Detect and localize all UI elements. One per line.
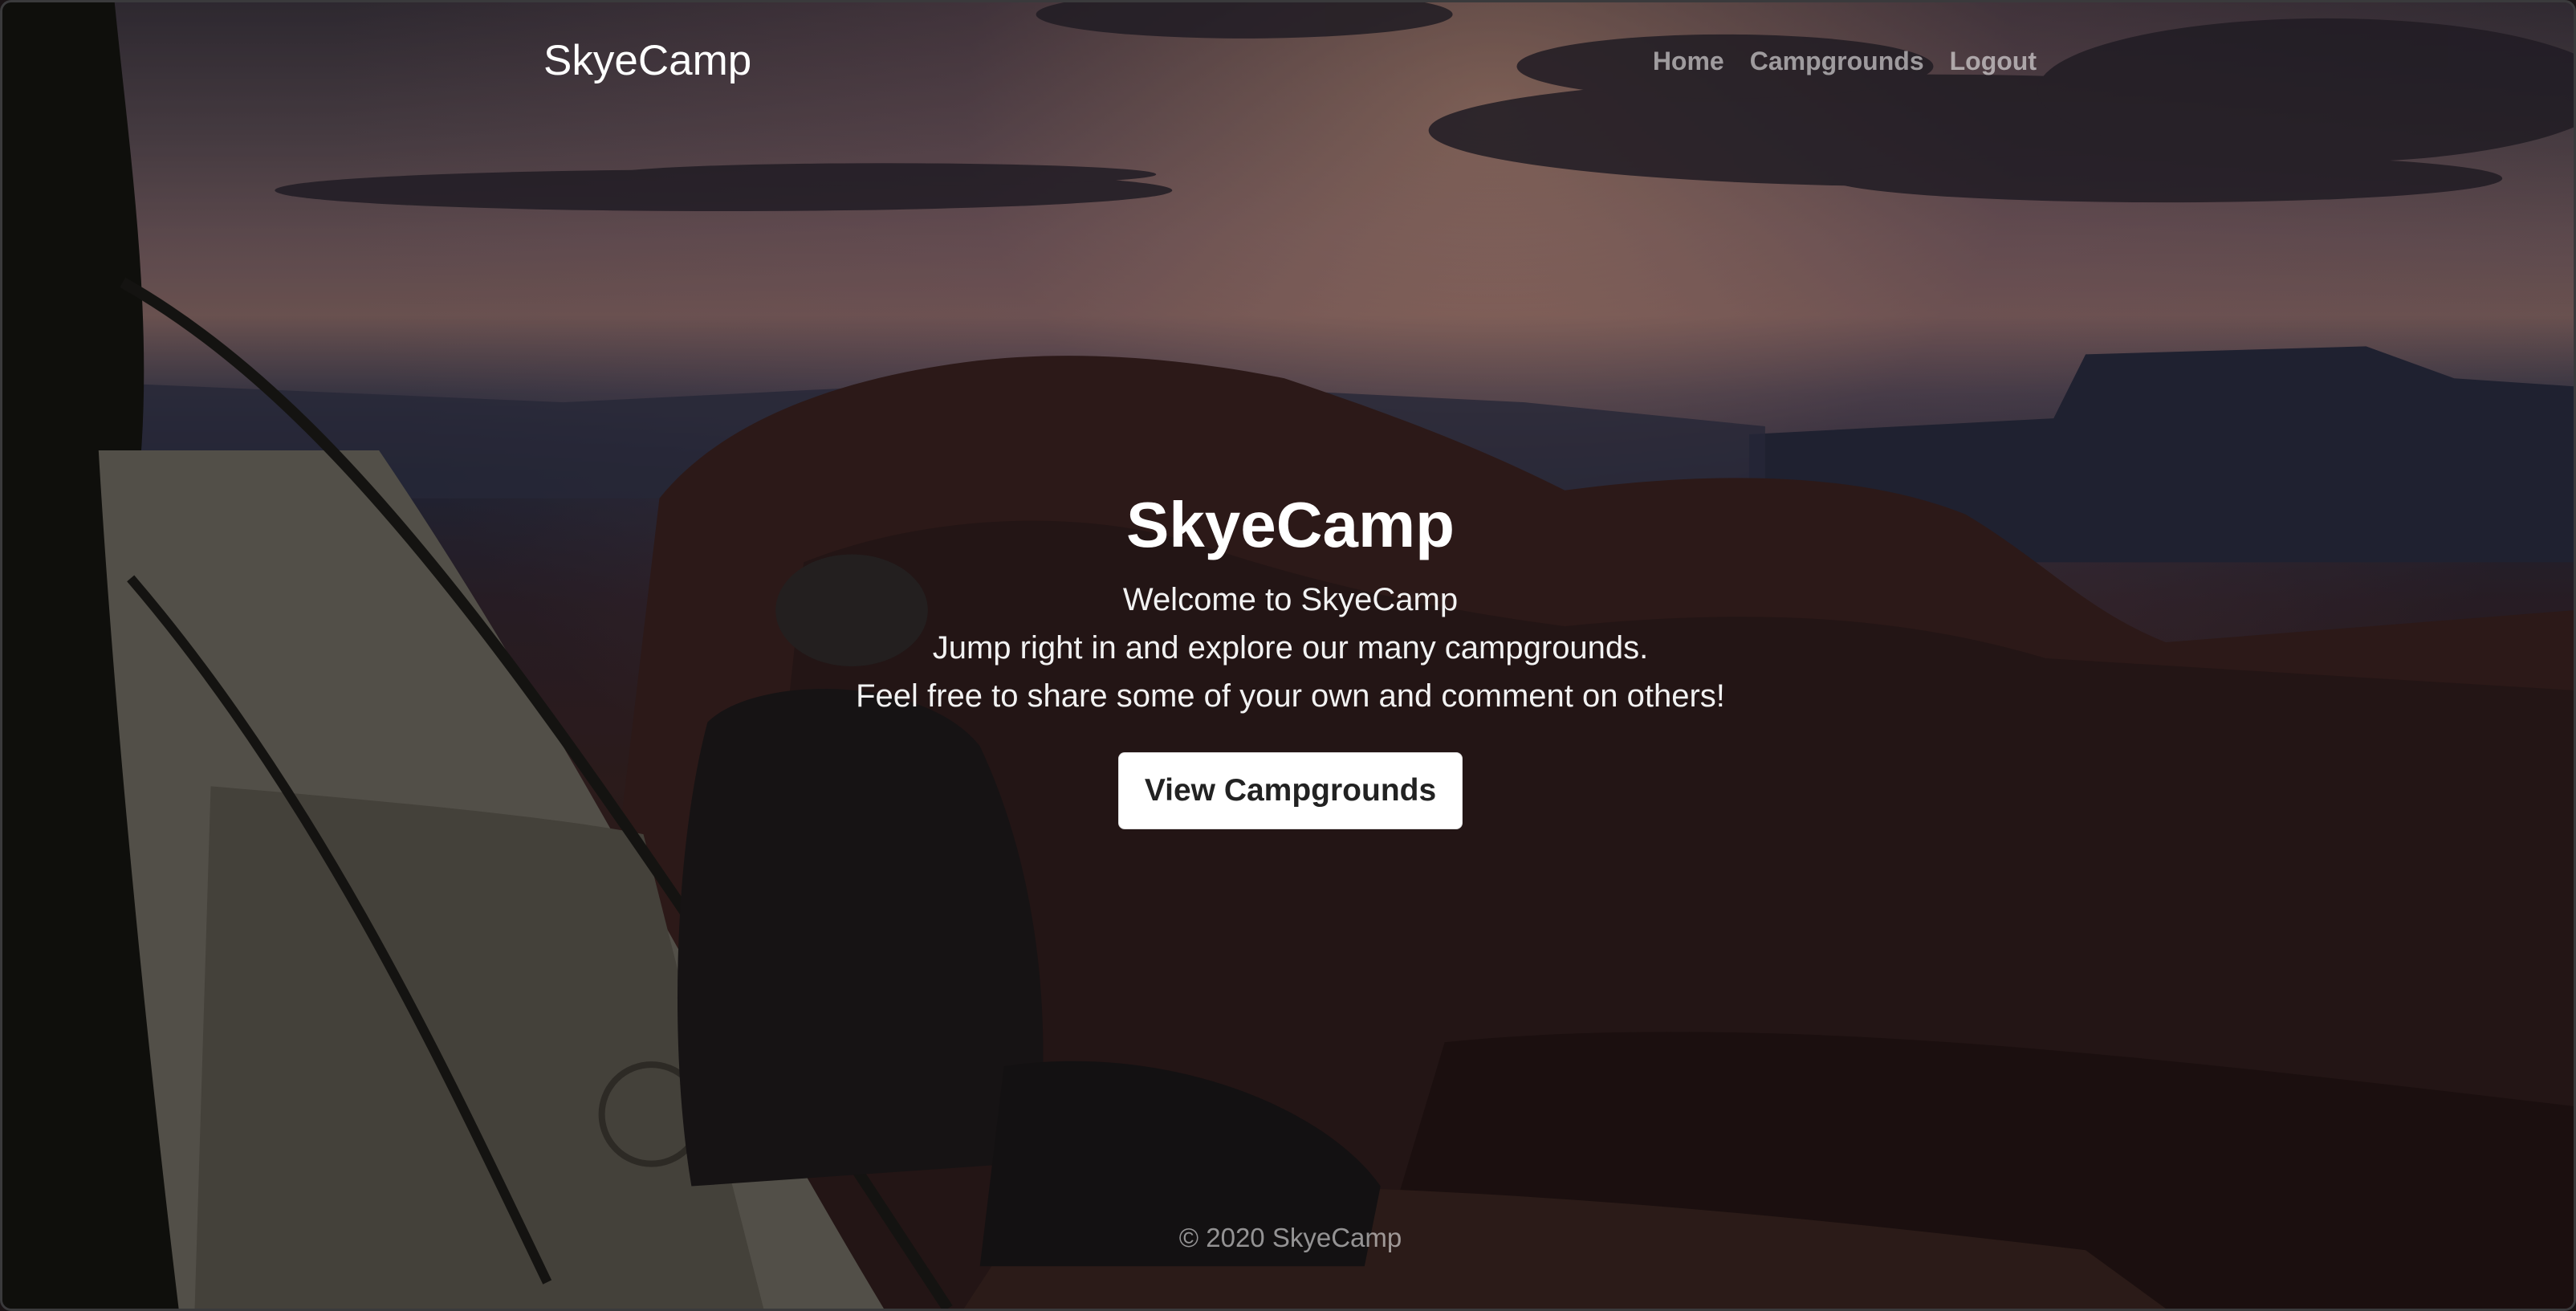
- hero-welcome-text: Welcome to SkyeCamp: [1122, 582, 1459, 617]
- footer-copyright: © 2020 SkyeCamp: [1178, 1223, 1402, 1252]
- hero-explore-text: Jump right in and explore our many campg…: [932, 630, 1649, 666]
- nav-link-home[interactable]: Home: [1653, 33, 1724, 89]
- hero-section: SkyeCamp Welcome to SkyeCamp Jump right …: [2, 481, 2574, 829]
- nav-links: Home Campgrounds Logout: [1653, 33, 2037, 89]
- brand-logo[interactable]: SkyeCamp: [543, 33, 751, 89]
- view-campgrounds-button[interactable]: View Campgrounds: [1117, 752, 1463, 829]
- nav-link-campgrounds[interactable]: Campgrounds: [1750, 33, 1924, 89]
- browser-viewport: SkyeCamp Home Campgrounds Logout SkyeCam…: [0, 0, 2576, 1311]
- hero-share-text: Feel free to share some of your own and …: [856, 678, 1725, 714]
- navbar: SkyeCamp Home Campgrounds Logout: [543, 33, 2037, 89]
- nav-link-logout[interactable]: Logout: [1950, 33, 2037, 89]
- hero-title: SkyeCamp: [1125, 489, 1455, 560]
